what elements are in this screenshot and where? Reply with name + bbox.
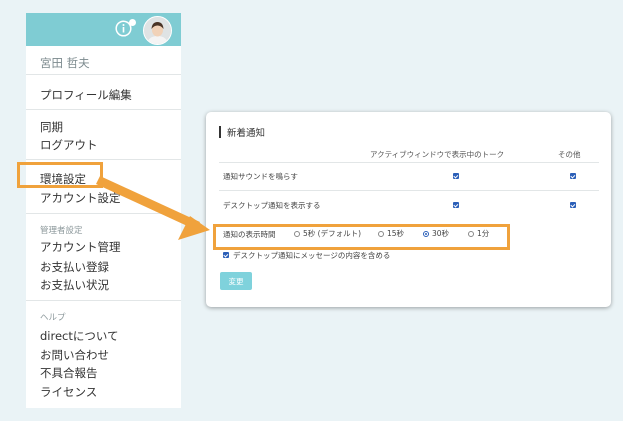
arrow-icon bbox=[96, 176, 210, 240]
